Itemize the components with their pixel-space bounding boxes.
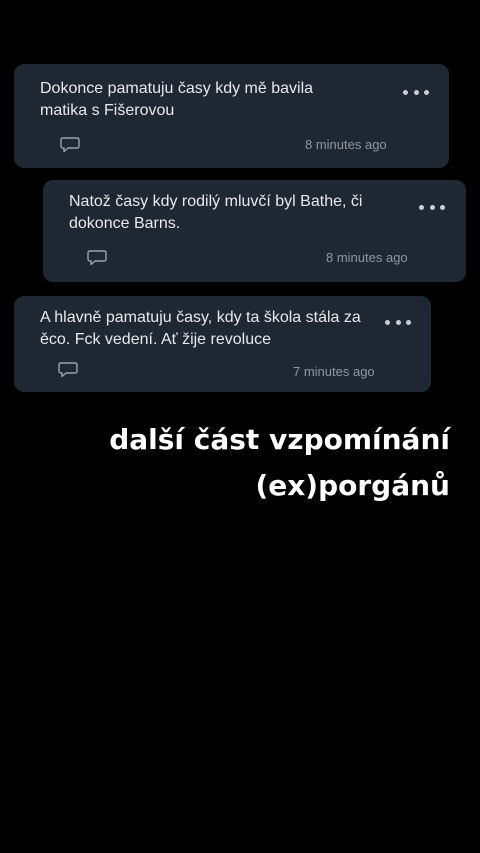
ellipsis-dot — [413, 89, 419, 95]
comment-text: Natož časy kdy rodilý mluvčí byl Bathe, … — [69, 193, 363, 232]
speech-bubble-icon[interactable] — [87, 249, 107, 267]
caption-line-1: další část vzpomínání — [105, 420, 454, 460]
caption-line-2: (ex)porgánů — [251, 466, 454, 506]
ellipsis-dot — [395, 319, 401, 325]
timestamp: 8 minutes ago — [305, 137, 387, 152]
comment-text: Dokonce pamatuju časy kdy mě bavila mati… — [40, 80, 314, 119]
comment-card-2: Natož časy kdy rodilý mluvčí byl Bathe, … — [43, 180, 466, 282]
ellipsis-icon — [403, 89, 408, 95]
timestamp: 7 minutes ago — [293, 364, 375, 379]
ellipsis-icon — [419, 204, 424, 210]
comment-card-1: Dokonce pamatuju časy kdy mě bavila mati… — [14, 64, 449, 168]
ellipsis-dot — [429, 204, 435, 210]
comment-card-3: A hlavně pamatuju časy, kdy ta škola stá… — [14, 296, 431, 392]
ellipsis-dot — [406, 319, 411, 325]
story-caption: další část vzpomínání (ex)porgánů — [105, 420, 454, 506]
speech-bubble-icon[interactable] — [58, 361, 78, 379]
more-options-button[interactable] — [419, 200, 445, 214]
timestamp: 8 minutes ago — [326, 250, 408, 265]
more-options-button[interactable] — [403, 85, 429, 99]
ellipsis-dot — [440, 204, 445, 210]
speech-bubble-icon[interactable] — [60, 136, 80, 154]
ellipsis-icon — [385, 319, 390, 325]
comment-text: A hlavně pamatuju časy, kdy ta škola stá… — [40, 309, 361, 348]
more-options-button[interactable] — [385, 315, 411, 329]
ellipsis-dot — [424, 89, 429, 95]
